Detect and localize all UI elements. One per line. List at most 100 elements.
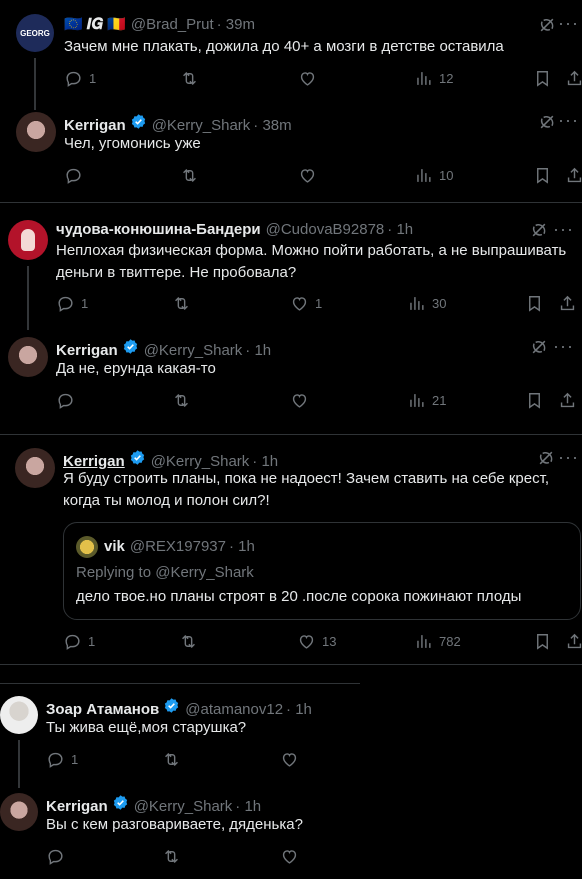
- share-button[interactable]: [565, 69, 582, 88]
- tweet-time[interactable]: · 1h: [235, 798, 261, 815]
- tweet-text: Неплохая физическая форма. Можно пойти р…: [56, 242, 567, 281]
- reply-button[interactable]: [64, 166, 89, 185]
- avatar[interactable]: [0, 793, 38, 831]
- quote-time: · 1h: [228, 538, 255, 555]
- like-button[interactable]: 1: [290, 294, 322, 313]
- tweet-header: Зоар Атаманов @atamanov12 · 1h: [46, 697, 312, 718]
- avatar[interactable]: [15, 448, 55, 488]
- retweet-button[interactable]: [162, 750, 187, 769]
- share-button[interactable]: [558, 391, 577, 410]
- bookmark-icon: [533, 166, 552, 185]
- like-icon: [290, 294, 309, 313]
- reply-button[interactable]: 1: [46, 750, 78, 769]
- views-icon: [414, 632, 433, 651]
- like-button[interactable]: [280, 750, 305, 769]
- share-icon: [565, 166, 582, 185]
- share-button[interactable]: [558, 294, 577, 313]
- like-button[interactable]: [290, 391, 315, 410]
- bookmark-icon: [533, 69, 552, 88]
- reply-button[interactable]: [56, 391, 81, 410]
- like-icon: [297, 632, 316, 651]
- quoted-tweet[interactable]: vik @REX197937 · 1h Replying to @Kerry_S…: [63, 522, 581, 620]
- author-handle[interactable]: @atamanov12: [185, 701, 283, 718]
- divider: [0, 664, 582, 665]
- views-button[interactable]: 21: [407, 391, 446, 410]
- reply-button[interactable]: 1: [63, 632, 95, 651]
- reply-button[interactable]: 1: [64, 69, 96, 88]
- verified-icon: [122, 338, 139, 355]
- more-icon[interactable]: ···: [558, 14, 579, 32]
- retweet-icon: [172, 294, 191, 313]
- avatar[interactable]: [0, 696, 38, 734]
- avatar[interactable]: [8, 337, 48, 377]
- author-name[interactable]: Kerrigan: [64, 117, 126, 134]
- views-icon: [414, 166, 433, 185]
- tweet-text: Да не, ерунда какая-то: [56, 360, 216, 377]
- more-icon[interactable]: ···: [553, 220, 574, 238]
- reply-icon: [63, 632, 82, 651]
- tweet-text: Вы с кем разговариваете, дяденька?: [46, 816, 303, 833]
- bookmark-icon: [525, 391, 544, 410]
- author-name[interactable]: Kerrigan: [46, 798, 108, 815]
- like-button[interactable]: [298, 166, 323, 185]
- more-icon[interactable]: ···: [558, 448, 579, 466]
- retweet-button[interactable]: [180, 166, 205, 185]
- author-name[interactable]: Kerrigan: [56, 342, 118, 359]
- reply-button[interactable]: [46, 847, 71, 866]
- like-button[interactable]: [280, 847, 305, 866]
- tweet-time[interactable]: · 39m: [217, 16, 255, 33]
- avatar[interactable]: [8, 220, 48, 260]
- tweet-time[interactable]: · 1h: [286, 701, 312, 718]
- author-handle[interactable]: @Kerry_Shark: [144, 342, 243, 359]
- more-icon[interactable]: ···: [553, 337, 574, 355]
- like-icon: [298, 166, 317, 185]
- author-name[interactable]: чудова-конюшина-Бандери: [56, 221, 261, 238]
- reply-icon: [56, 391, 75, 410]
- reply-icon: [64, 166, 83, 185]
- retweet-button[interactable]: [180, 69, 205, 88]
- quote-text: дело твое.но планы строят в 20 .после со…: [76, 588, 522, 605]
- reply-icon: [46, 750, 65, 769]
- share-button[interactable]: [565, 632, 582, 651]
- retweet-button[interactable]: [172, 294, 197, 313]
- bookmark-button[interactable]: [533, 69, 552, 88]
- tweet-header: чудова-конюшина-Бандери @CudovaB92878 · …: [56, 221, 413, 238]
- quote-header: vik @REX197937 · 1h: [104, 538, 255, 555]
- tweet-header: 🇪🇺 𝑰𝑮 🇷🇴 @Brad_Prut · 39m: [64, 15, 255, 33]
- bookmark-button[interactable]: [525, 391, 544, 410]
- more-icon[interactable]: ···: [558, 111, 579, 129]
- avatar[interactable]: GEORG: [16, 14, 54, 52]
- bookmark-button[interactable]: [533, 166, 552, 185]
- like-button[interactable]: [298, 69, 323, 88]
- author-name[interactable]: Зоар Атаманов: [46, 701, 159, 718]
- views-button[interactable]: 30: [407, 294, 446, 313]
- views-icon: [414, 69, 433, 88]
- share-button[interactable]: [565, 166, 582, 185]
- retweet-icon: [180, 166, 199, 185]
- retweet-button[interactable]: [179, 632, 204, 651]
- replying-to: Replying to @Kerry_Shark: [76, 564, 254, 581]
- retweet-button[interactable]: [172, 391, 197, 410]
- avatar[interactable]: [16, 112, 56, 152]
- views-button[interactable]: 782: [414, 632, 461, 651]
- author-handle[interactable]: @Kerry_Shark: [134, 798, 233, 815]
- reply-button[interactable]: 1: [56, 294, 88, 313]
- bookmark-button[interactable]: [533, 632, 552, 651]
- author-handle[interactable]: @CudovaB92878: [266, 221, 385, 238]
- author-handle[interactable]: @Kerry_Shark: [152, 117, 251, 134]
- thread-line: [27, 266, 29, 330]
- tweet-time[interactable]: · 1h: [387, 221, 413, 238]
- views-button[interactable]: 12: [414, 69, 453, 88]
- author-handle[interactable]: @Brad_Prut: [131, 16, 214, 33]
- author-name[interactable]: 🇪🇺 𝑰𝑮 🇷🇴: [64, 15, 126, 33]
- retweet-button[interactable]: [162, 847, 187, 866]
- tweet-time[interactable]: · 1h: [245, 342, 271, 359]
- views-button[interactable]: 10: [414, 166, 453, 185]
- tweet-text: Зачем мне плакать, дожила до 40+ а мозги…: [64, 38, 504, 55]
- like-button[interactable]: 13: [297, 632, 336, 651]
- bookmark-button[interactable]: [525, 294, 544, 313]
- tweet-header: Kerrigan @Kerry_Shark · 1h: [63, 449, 278, 470]
- tweet-time[interactable]: · 38m: [253, 117, 291, 134]
- share-icon: [565, 632, 582, 651]
- retweet-icon: [162, 750, 181, 769]
